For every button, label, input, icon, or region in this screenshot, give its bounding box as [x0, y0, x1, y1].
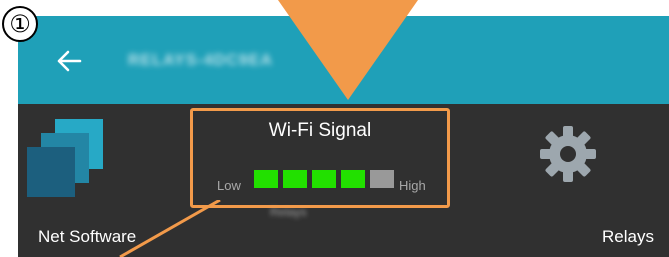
- signal-bar: [370, 170, 394, 188]
- annotation-arrow-icon: [278, 0, 418, 100]
- wifi-signal-title: Wi-Fi Signal: [268, 120, 372, 141]
- signal-bar: [312, 170, 336, 188]
- wifi-signal-widget: Wi-Fi Signal Low High: [190, 108, 450, 208]
- signal-bar: [341, 170, 365, 188]
- low-label: Low: [217, 178, 241, 193]
- back-arrow-icon[interactable]: [56, 48, 82, 74]
- high-label: High: [399, 178, 426, 193]
- signal-bar: [254, 170, 278, 188]
- callout-line-icon: [119, 200, 221, 257]
- relays-label[interactable]: Relays: [602, 227, 654, 247]
- step-number-badge: ①: [2, 6, 38, 42]
- net-software-icon[interactable]: [27, 117, 105, 197]
- signal-bar: [283, 170, 307, 188]
- gear-icon[interactable]: [538, 124, 598, 184]
